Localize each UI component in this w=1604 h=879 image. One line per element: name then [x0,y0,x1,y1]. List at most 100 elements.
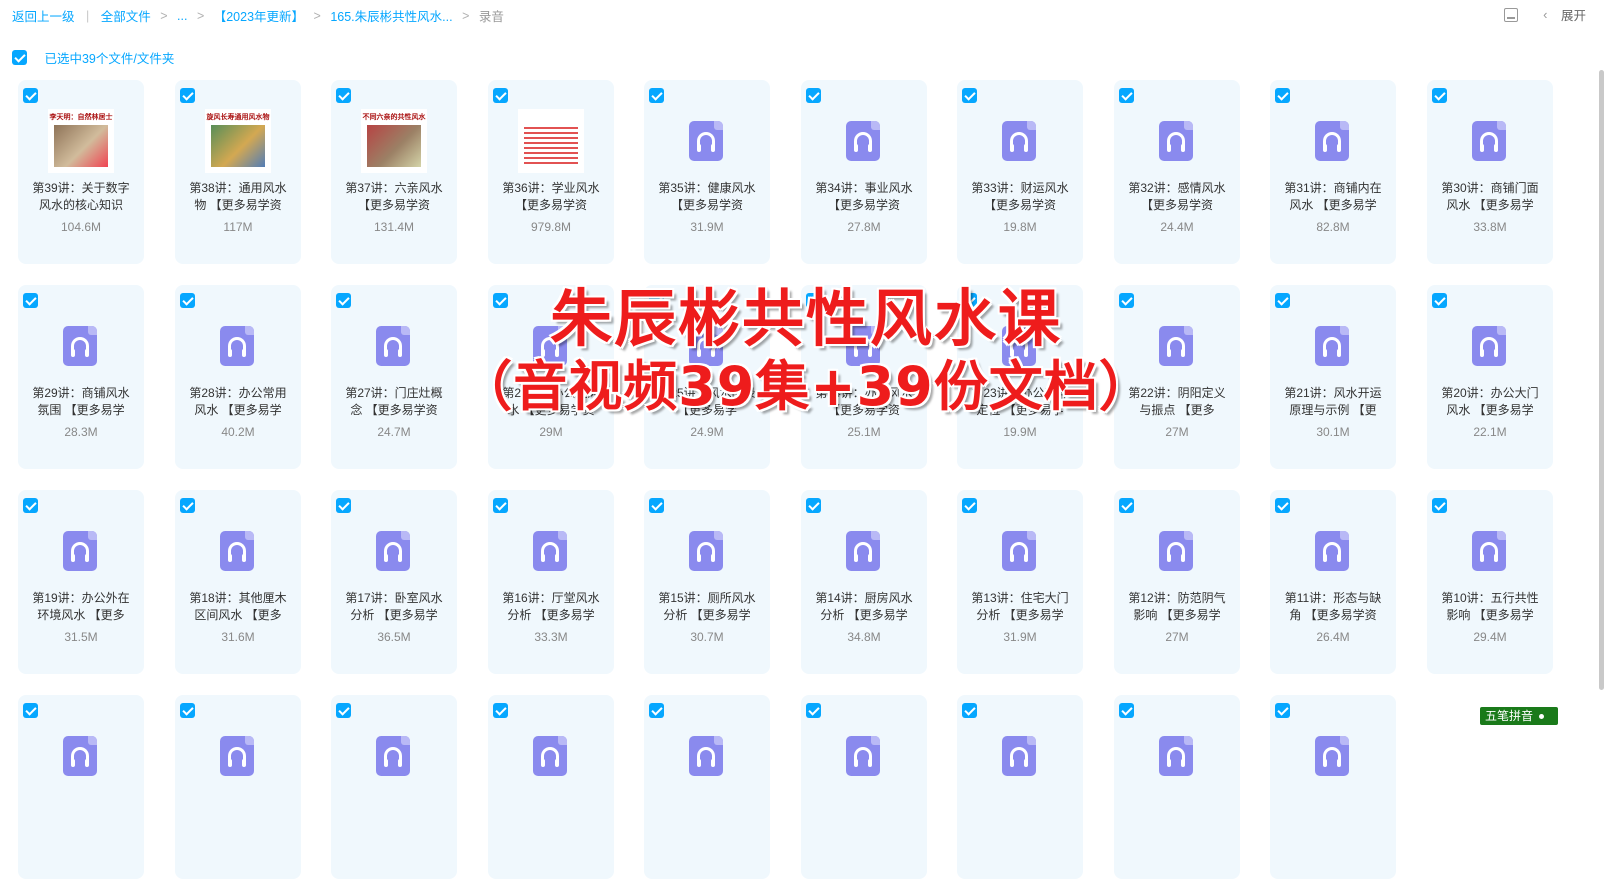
file-checkbox[interactable] [649,703,664,718]
file-checkbox[interactable] [1275,498,1290,513]
file-card[interactable]: 第35讲：健康风水 【更多易学资 31.9M [644,80,770,264]
back-link[interactable]: 返回上一级 [12,6,75,25]
file-size: 31.6M [221,630,255,644]
file-checkbox[interactable] [23,498,38,513]
file-card[interactable]: 第27讲：门庄灶概念 【更多易学资 24.7M [331,285,457,469]
file-card[interactable]: 第12讲：防范阴气影响 【更多易学 27M [1114,490,1240,674]
file-checkbox[interactable] [1432,293,1447,308]
file-checkbox[interactable] [1119,293,1134,308]
file-checkbox[interactable] [806,88,821,103]
file-card[interactable]: 第22讲：阴阳定义与振点 【更多 27M [1114,285,1240,469]
file-card[interactable] [175,695,301,879]
file-card[interactable] [1114,695,1240,879]
file-checkbox[interactable] [1119,703,1134,718]
file-checkbox[interactable] [180,703,195,718]
file-checkbox[interactable] [1275,703,1290,718]
file-card[interactable]: 第13讲：住宅大门分析 【更多易学 31.9M [957,490,1083,674]
breadcrumb-year-folder[interactable]: 【2023年更新】 [214,6,304,25]
file-checkbox[interactable] [23,293,38,308]
file-checkbox[interactable] [962,293,977,308]
audio-file-icon [846,121,880,161]
file-checkbox[interactable] [1275,293,1290,308]
headphones-icon [854,747,872,767]
select-all-checkbox[interactable] [12,50,27,65]
file-card[interactable]: 第16讲：厅堂风水分析 【更多易学 33.3M [488,490,614,674]
file-card[interactable] [801,695,927,879]
file-card[interactable]: 第34讲：事业风水 【更多易学资 27.8M [801,80,927,264]
file-card[interactable] [957,695,1083,879]
file-card[interactable]: 李天明：自然林居士 第39讲：关于数字风水的核心知识 104.6M [18,80,144,264]
file-card[interactable]: 第31讲：商铺内在风水 【更多易学 82.8M [1270,80,1396,264]
file-card[interactable]: 第18讲：其他厘木区间风水 【更多 31.6M [175,490,301,674]
expand-button[interactable]: 展开 [1561,5,1586,24]
file-checkbox[interactable] [1275,88,1290,103]
file-size: 19.8M [1003,220,1037,234]
file-card[interactable]: 第36讲：学业风水 【更多易学资 979.8M [488,80,614,264]
file-card[interactable]: 第25讲：风水的录 【更多易学 24.9M [644,285,770,469]
audio-file-icon [220,531,254,571]
headphones-icon [1323,542,1341,562]
file-card[interactable]: 第19讲：办公外在环境风水 【更多 31.5M [18,490,144,674]
breadcrumb-ellipsis[interactable]: ... [177,9,187,23]
file-card[interactable] [18,695,144,879]
file-checkbox[interactable] [23,703,38,718]
file-checkbox[interactable] [23,88,38,103]
file-checkbox[interactable] [806,293,821,308]
file-checkbox[interactable] [649,498,664,513]
file-checkbox[interactable] [493,293,508,308]
file-card[interactable]: 第23讲：办公利弊定位 【更多易学 19.9M [957,285,1083,469]
scrollbar[interactable] [1599,70,1604,690]
file-card[interactable]: 第10讲：五行共性影响 【更多易学 29.4M [1427,490,1553,674]
file-name: 第18讲：其他厘木区间风水 【更多 [189,591,287,622]
list-view-icon[interactable] [1503,7,1518,22]
file-checkbox[interactable] [806,703,821,718]
breadcrumb-all-files[interactable]: 全部文件 [101,6,151,25]
file-card[interactable]: 第33讲：财运风水 【更多易学资 19.8M [957,80,1083,264]
file-card[interactable] [1270,695,1396,879]
file-name [28,795,134,829]
file-card[interactable]: 第26讲：办公室风水 【更多易学资 29M [488,285,614,469]
file-checkbox[interactable] [180,88,195,103]
file-card[interactable] [331,695,457,879]
file-checkbox[interactable] [649,88,664,103]
file-card[interactable]: 旋风长寿通用风水物 第38讲：通用风水物 【更多易学资 117M [175,80,301,264]
file-checkbox[interactable] [336,498,351,513]
file-card[interactable]: 第11讲：形态与缺角 【更多易学资 26.4M [1270,490,1396,674]
file-checkbox[interactable] [336,88,351,103]
file-card[interactable]: 第30讲：商铺门面风水 【更多易学 33.8M [1427,80,1553,264]
file-card[interactable] [488,695,614,879]
file-checkbox[interactable] [336,703,351,718]
file-checkbox[interactable] [336,293,351,308]
file-checkbox[interactable] [180,498,195,513]
audio-file-icon [689,736,723,776]
file-name [1124,795,1230,829]
file-checkbox[interactable] [1432,88,1447,103]
file-card[interactable]: 第29讲：商铺风水氛围 【更多易学 28.3M [18,285,144,469]
file-card[interactable] [644,695,770,879]
file-checkbox[interactable] [806,498,821,513]
file-card[interactable]: 第32讲：感情风水 【更多易学资 24.4M [1114,80,1240,264]
file-card[interactable]: 第17讲：卧室风水分析 【更多易学 36.5M [331,490,457,674]
file-checkbox[interactable] [649,293,664,308]
file-name: 第35讲：健康风水 【更多易学资 [658,181,756,212]
ime-indicator[interactable]: 五笔拼音 [1480,707,1559,725]
file-checkbox[interactable] [493,703,508,718]
file-checkbox[interactable] [1119,88,1134,103]
file-checkbox[interactable] [180,293,195,308]
file-checkbox[interactable] [962,703,977,718]
chevron-left-icon[interactable]: ‹ [1543,7,1547,22]
file-card[interactable]: 第14讲：厨房风水分析 【更多易学 34.8M [801,490,927,674]
file-checkbox[interactable] [962,88,977,103]
file-checkbox[interactable] [493,88,508,103]
file-checkbox[interactable] [962,498,977,513]
file-checkbox[interactable] [493,498,508,513]
file-card[interactable]: 第24讲：办公风水 【更多易学资 25.1M [801,285,927,469]
file-card[interactable]: 第20讲：办公大门风水 【更多易学 22.1M [1427,285,1553,469]
file-card[interactable]: 第28讲：办公常用风水 【更多易学 40.2M [175,285,301,469]
file-checkbox[interactable] [1432,498,1447,513]
file-card[interactable]: 第21讲：风水开运原理与示例 【更 30.1M [1270,285,1396,469]
file-card[interactable]: 不同六亲的共性风水 第37讲：六亲风水 【更多易学资 131.4M [331,80,457,264]
file-card[interactable]: 第15讲：厕所风水分析 【更多易学 30.7M [644,490,770,674]
breadcrumb-course-folder[interactable]: 165.朱辰彬共性风水... [330,6,452,25]
file-checkbox[interactable] [1119,498,1134,513]
